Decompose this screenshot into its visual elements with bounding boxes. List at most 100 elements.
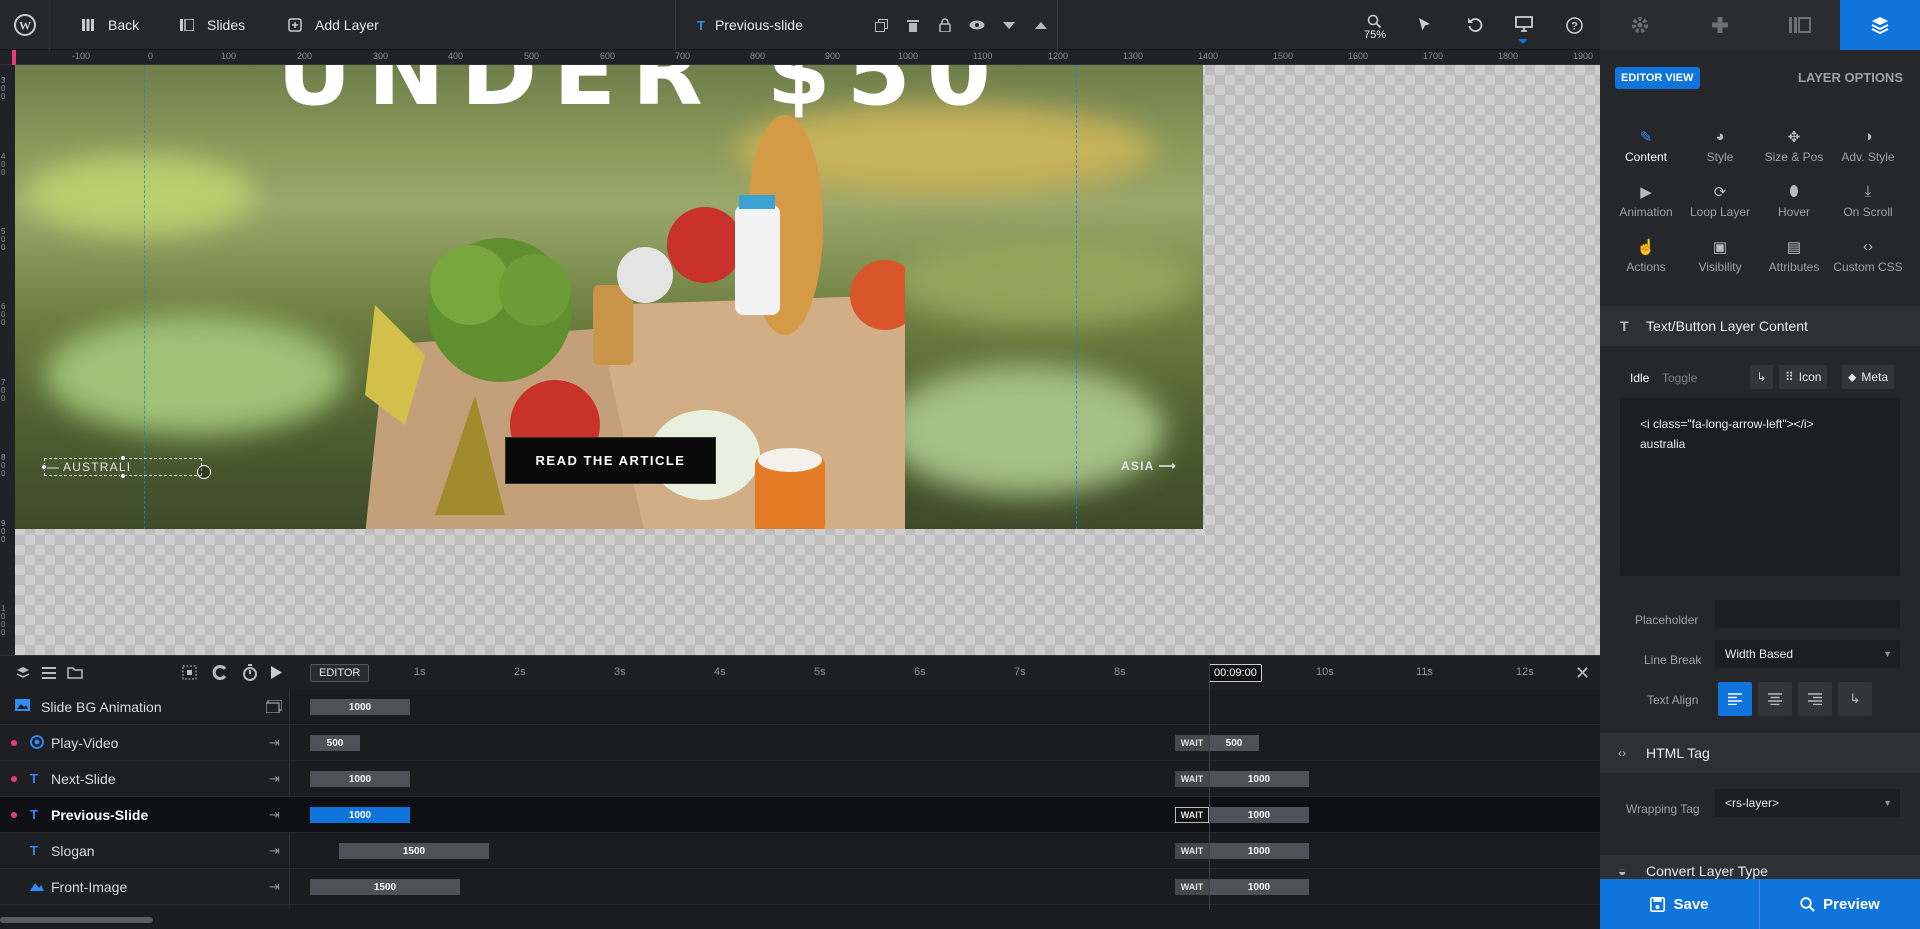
- align-center-icon[interactable]: [1758, 682, 1792, 716]
- help-icon[interactable]: ?: [1564, 15, 1584, 35]
- wait-label: WAIT: [1175, 843, 1209, 859]
- add-layer-button[interactable]: Add Layer: [285, 0, 379, 50]
- caret-up-icon[interactable]: [1031, 15, 1051, 35]
- timeline-row[interactable]: Front-Image ⇥ 1500 WAIT 1000: [0, 869, 1600, 905]
- on-scroll-option[interactable]: ⤓ On Scroll: [1831, 183, 1905, 219]
- photo-icon[interactable]: [266, 700, 282, 713]
- caret-down-icon[interactable]: [999, 15, 1019, 35]
- desktop-icon[interactable]: [1514, 14, 1534, 34]
- end-animation-bar[interactable]: 1000: [1209, 879, 1309, 895]
- html-tag-section-header[interactable]: ‹› HTML Tag: [1600, 733, 1920, 773]
- gamepad-icon: [1710, 15, 1730, 35]
- align-right-icon[interactable]: [1798, 682, 1832, 716]
- timeline-row[interactable]: T Slogan ⇥ 1500 WAIT 1000: [0, 833, 1600, 869]
- magnet-icon[interactable]: [212, 665, 227, 680]
- stopwatch-icon[interactable]: [242, 664, 258, 681]
- hover-option[interactable]: ⬮ Hover: [1757, 183, 1831, 219]
- resize-handle[interactable]: [41, 464, 47, 470]
- jump-icon[interactable]: ⇥: [269, 807, 280, 823]
- align-inherit-icon[interactable]: ↳: [1838, 682, 1872, 716]
- timeline-playhead[interactable]: [1209, 663, 1210, 910]
- back-button[interactable]: Back: [78, 0, 139, 50]
- line-break-select[interactable]: Width Based ▼: [1715, 640, 1900, 668]
- line-break-icon[interactable]: ↳: [1750, 365, 1773, 389]
- size-pos-option[interactable]: ✥ Size & Pos: [1757, 128, 1831, 164]
- convert-layer-section-header[interactable]: ◒ Convert Layer Type: [1600, 855, 1920, 879]
- timeline-row[interactable]: Slide BG Animation 1000: [0, 689, 1600, 725]
- resize-handle[interactable]: [120, 455, 126, 461]
- loop-layer-option[interactable]: ⟳ Loop Layer: [1683, 183, 1757, 219]
- end-animation-bar[interactable]: 1000: [1209, 843, 1309, 859]
- meta-button[interactable]: ⬥ Meta: [1842, 365, 1895, 389]
- custom-css-option[interactable]: ‹› Custom CSS: [1831, 238, 1905, 274]
- current-time-display[interactable]: 00:09:00: [1209, 664, 1262, 682]
- end-animation-bar[interactable]: 500: [1209, 735, 1259, 751]
- align-left-icon[interactable]: [1718, 682, 1752, 716]
- layer-name-selector[interactable]: T Previous-slide: [697, 0, 803, 50]
- jump-icon[interactable]: ⇥: [269, 879, 280, 895]
- navigation-tab[interactable]: [1680, 0, 1760, 50]
- resize-handle[interactable]: [120, 473, 126, 479]
- timeline-row[interactable]: T Next-Slide ⇥ 1000 WAIT 1000: [0, 761, 1600, 797]
- actions-option[interactable]: ☝ Actions: [1609, 238, 1683, 274]
- scrollbar-thumb[interactable]: [0, 917, 153, 923]
- wrapping-tag-select[interactable]: <rs-layer> ▼: [1715, 789, 1900, 817]
- text-content-section-header[interactable]: T Text/Button Layer Content: [1600, 306, 1920, 346]
- save-button[interactable]: Save: [1600, 879, 1759, 929]
- jump-icon[interactable]: ⇥: [269, 771, 280, 787]
- start-animation-bar[interactable]: 1500: [339, 843, 489, 859]
- settings-tab[interactable]: [1600, 0, 1680, 50]
- style-option[interactable]: ◕ Style: [1683, 128, 1757, 164]
- editor-time-label[interactable]: EDITOR: [310, 664, 370, 682]
- timeline-row-selected[interactable]: T Previous-Slide ⇥ 1000 WAIT 1000: [0, 797, 1600, 833]
- undo-icon[interactable]: [1465, 15, 1485, 35]
- slide-headline[interactable]: UNDER $50: [277, 65, 1007, 126]
- timeline-row[interactable]: Play-Video ⇥ 500 WAIT 500: [0, 725, 1600, 761]
- start-animation-bar[interactable]: 1500: [310, 879, 460, 895]
- jump-icon[interactable]: ⇥: [269, 843, 280, 859]
- visibility-option[interactable]: ▣ Visibility: [1683, 238, 1757, 274]
- divider: [675, 0, 676, 50]
- play-icon[interactable]: [271, 666, 282, 679]
- duplicate-icon[interactable]: [871, 15, 891, 35]
- start-animation-bar[interactable]: 1000: [310, 807, 410, 823]
- list-icon[interactable]: [42, 667, 56, 679]
- trash-icon[interactable]: [903, 15, 923, 35]
- layer-content-textarea[interactable]: <i class="fa-long-arrow-left"></i> austr…: [1620, 398, 1900, 576]
- ruler-tick: 400: [448, 51, 464, 61]
- jump-icon[interactable]: ⇥: [269, 735, 280, 751]
- adv-style-option[interactable]: ◑ Adv. Style: [1831, 128, 1905, 164]
- close-icon[interactable]: ✕: [1575, 664, 1590, 682]
- ruler-tick: 1100: [973, 51, 993, 61]
- preview-button[interactable]: Preview: [1760, 879, 1920, 929]
- content-option[interactable]: ✎ Content: [1609, 128, 1683, 164]
- start-animation-bar[interactable]: 1000: [310, 771, 410, 787]
- cursor-icon[interactable]: [1415, 15, 1435, 35]
- rotate-handle[interactable]: [197, 465, 211, 479]
- next-slide-layer[interactable]: ASIA ⟶: [1121, 459, 1177, 473]
- end-animation-bar[interactable]: 1000: [1209, 771, 1309, 787]
- wordpress-logo-icon[interactable]: W: [0, 0, 50, 50]
- layers-toggle-icon[interactable]: [16, 666, 30, 680]
- eye-icon[interactable]: [967, 15, 987, 35]
- start-animation-bar[interactable]: 1000: [310, 699, 410, 715]
- attributes-option[interactable]: ▤ Attributes: [1757, 238, 1831, 274]
- layers-tab[interactable]: [1840, 0, 1920, 50]
- icon-button[interactable]: ⠿ Icon: [1779, 365, 1828, 389]
- time-tick: 2s: [514, 666, 526, 678]
- media-tab[interactable]: [1760, 0, 1840, 50]
- zoom-icon[interactable]: [1364, 11, 1384, 31]
- start-animation-bar[interactable]: 500: [310, 735, 360, 751]
- editor-view-badge[interactable]: EDITOR VIEW: [1615, 67, 1700, 89]
- slides-button[interactable]: Slides: [177, 0, 245, 50]
- lock-icon[interactable]: [935, 15, 955, 35]
- toggle-tab[interactable]: Toggle: [1662, 371, 1697, 385]
- idle-tab[interactable]: Idle: [1630, 371, 1649, 385]
- timeline-scrollbar: [0, 910, 1600, 929]
- folder-icon[interactable]: [67, 666, 83, 679]
- read-article-button[interactable]: READ THE ARTICLE: [505, 437, 716, 484]
- grid-icon[interactable]: [182, 665, 197, 680]
- animation-option[interactable]: ▶ Animation: [1609, 183, 1683, 219]
- end-animation-bar[interactable]: 1000: [1209, 807, 1309, 823]
- placeholder-input[interactable]: [1715, 600, 1900, 628]
